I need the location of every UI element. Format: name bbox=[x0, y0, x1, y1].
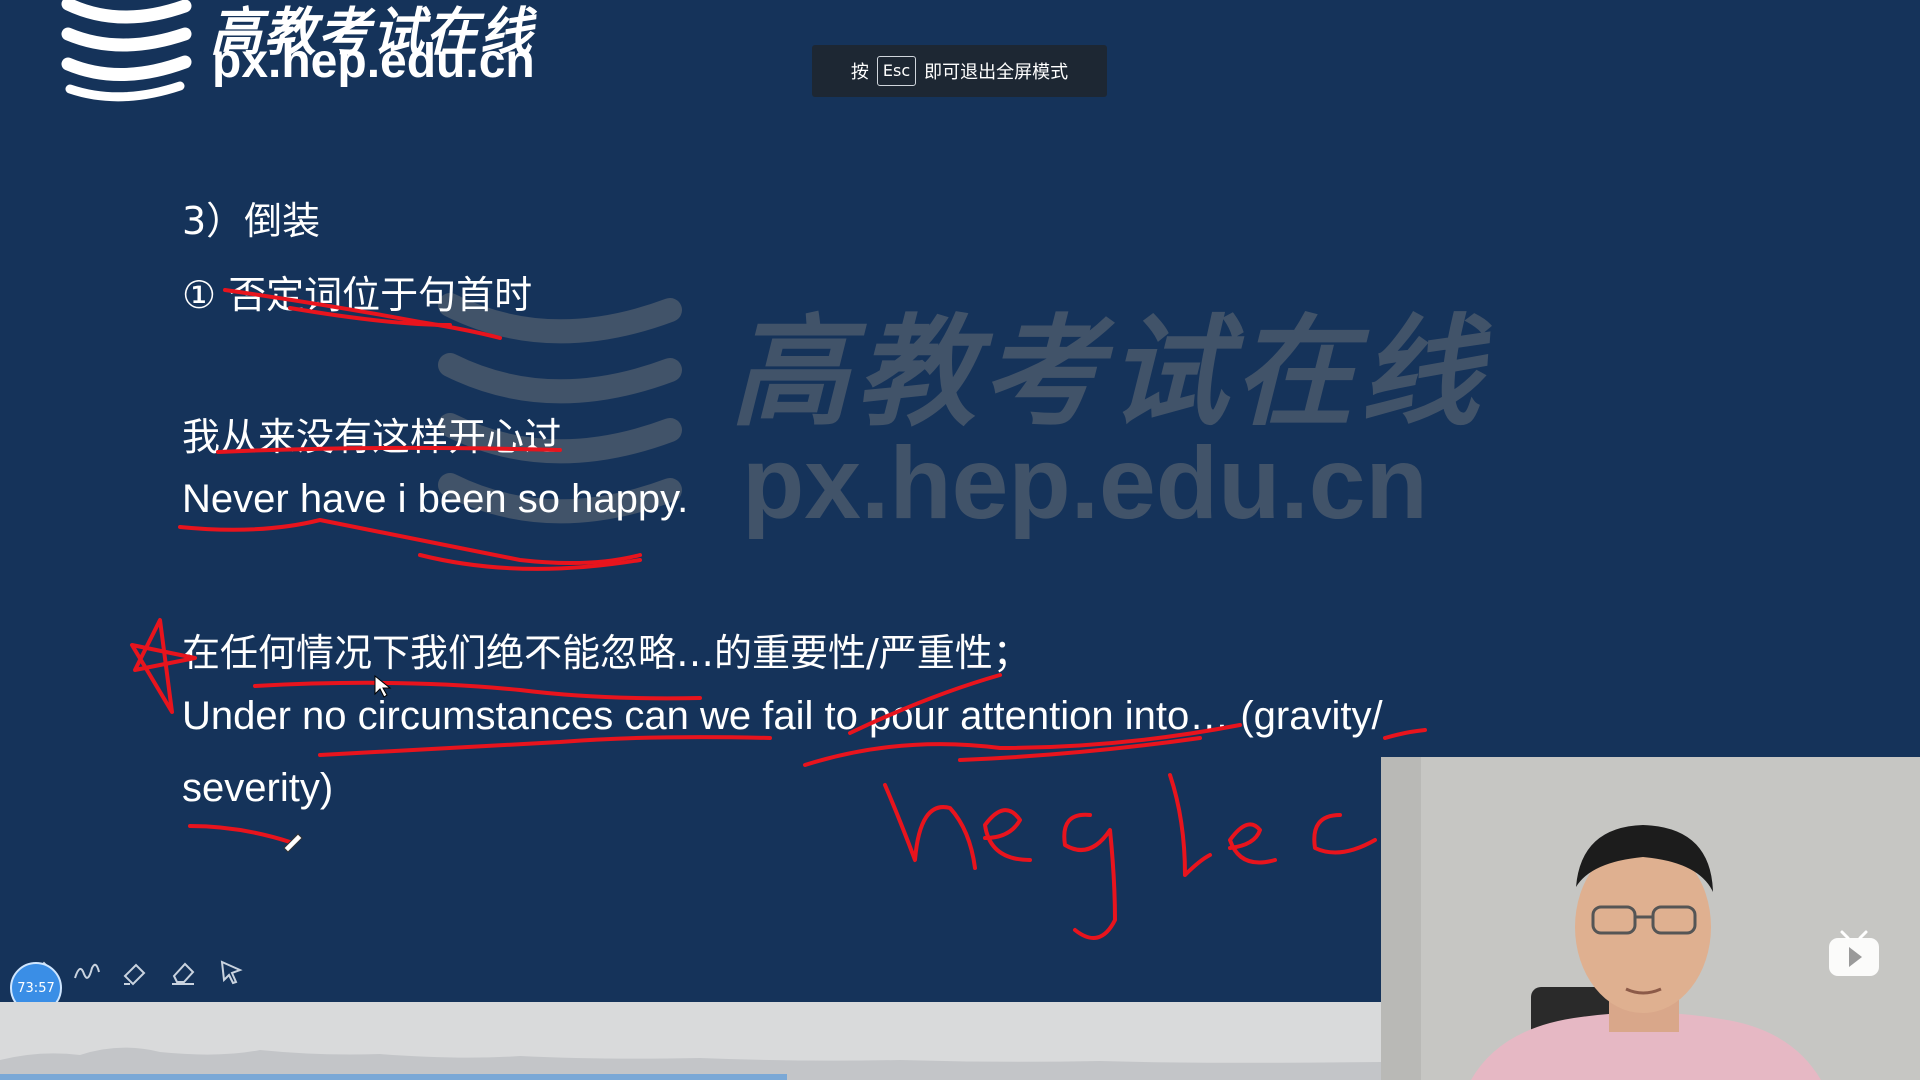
ink-underline-severity bbox=[188, 824, 292, 844]
pointer-tool[interactable] bbox=[214, 955, 248, 989]
highlighter-tool[interactable] bbox=[118, 955, 152, 989]
pen-cursor-icon bbox=[283, 833, 303, 853]
example2-english-line1: Under no circumstances can we fail to po… bbox=[182, 694, 1383, 738]
book-logo-icon bbox=[61, 0, 192, 102]
pointer-icon bbox=[220, 960, 243, 985]
ink-handwriting-neglec bbox=[883, 773, 1377, 940]
example1-chinese: 我从来没有这样开心过 bbox=[182, 415, 563, 459]
progress-fill bbox=[0, 1074, 788, 1080]
slide-subheading: ① 否定词位于句首时 bbox=[182, 273, 533, 317]
webcam-overlay bbox=[1381, 757, 1920, 1080]
logo: 高教考试在线 px.hep.edu.cn bbox=[60, 0, 580, 104]
ink-underline-example2-en-4 bbox=[958, 736, 1202, 762]
highlighter-icon bbox=[123, 963, 146, 986]
eraser-icon bbox=[172, 962, 195, 985]
example1-english: Never have i been so happy. bbox=[182, 477, 689, 521]
presenter-video bbox=[1381, 757, 1920, 1080]
logo-url: px.hep.edu.cn bbox=[212, 35, 535, 88]
play-button-icon[interactable] bbox=[1826, 928, 1882, 978]
eraser-tool[interactable] bbox=[166, 955, 200, 989]
esc-key-badge: Esc bbox=[876, 56, 917, 86]
example2-chinese: 在任何情况下我们绝不能忽略…的重要性/严重性； bbox=[182, 631, 1031, 675]
hint-prefix: 按 bbox=[850, 62, 869, 83]
watermark-url: px.hep.edu.cn bbox=[742, 426, 1428, 540]
hint-suffix: 即可退出全屏模式 bbox=[924, 62, 1069, 83]
audio-waveform bbox=[0, 1047, 1381, 1080]
ink-underline-example2-en-5 bbox=[1383, 728, 1427, 740]
video-progress-bar[interactable] bbox=[0, 1002, 1381, 1080]
watermark-chinese-name: 高教考试在线 bbox=[730, 302, 1486, 443]
ink-underline-example2-en-1 bbox=[318, 735, 772, 757]
curve-tool[interactable] bbox=[70, 955, 104, 989]
example2-english-line2: severity) bbox=[182, 766, 334, 810]
fullscreen-exit-hint: 按 Esc 即可退出全屏模式 bbox=[812, 45, 1107, 97]
slide-heading: 3）倒装 bbox=[182, 199, 321, 243]
curve-icon bbox=[74, 963, 100, 979]
